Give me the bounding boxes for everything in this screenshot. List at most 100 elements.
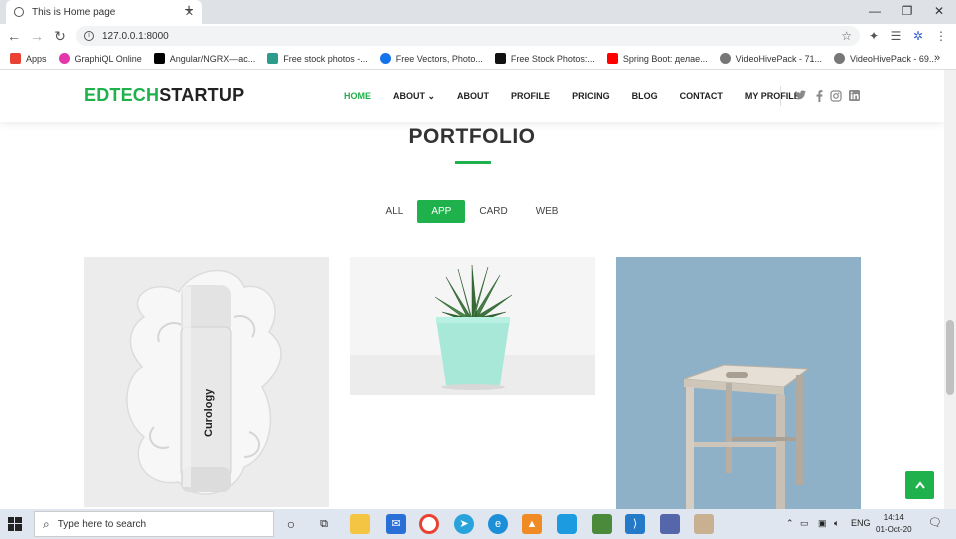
nav-blog[interactable]: BLOG (632, 91, 658, 102)
chrome-icon[interactable] (419, 514, 439, 534)
url-text: 127.0.0.1:8000 (102, 30, 169, 42)
bookmark-item[interactable]: Spring Boot: делае... (606, 53, 708, 64)
bookmark-item[interactable]: VideoHivePack - 71... (719, 53, 822, 64)
stool-image (616, 257, 861, 509)
restore-button[interactable]: ❐ (892, 0, 922, 24)
cortana-icon[interactable]: ○ (281, 514, 301, 534)
section-title: PORTFOLIO (408, 125, 536, 148)
filter-all[interactable]: ALL (372, 200, 418, 223)
bookmark-item[interactable]: Angular/NGRX—ac... (153, 53, 255, 64)
paint-icon[interactable] (694, 514, 714, 534)
task-view-icon[interactable]: ⧉ (314, 514, 334, 534)
site-info-icon[interactable]: i (84, 31, 94, 41)
site-logo[interactable]: EDTECHSTARTUP (84, 85, 244, 106)
twitter-icon[interactable] (794, 90, 806, 102)
minimize-button[interactable]: — (860, 0, 890, 24)
media-control-icon[interactable]: ☰ (888, 28, 904, 44)
browser-tabstrip: This is Home page ✕ + — ❐ ✕ (0, 0, 956, 24)
page-scrollbar[interactable] (944, 70, 956, 509)
vscode-icon[interactable]: ⟩ (625, 514, 645, 534)
menu-kebab-icon[interactable]: ⋮ (933, 28, 949, 44)
address-bar[interactable]: i 127.0.0.1:8000 ☆ (76, 26, 860, 46)
bookmarks-bar: Apps GraphiQL Online Angular/NGRX—ac... … (0, 48, 956, 70)
edge-icon[interactable]: e (488, 514, 508, 534)
clock-date: 01-Oct-20 (876, 525, 912, 534)
succulent-image (350, 257, 595, 395)
nav-contact[interactable]: CONTACT (680, 91, 723, 102)
medium-icon (153, 53, 165, 64)
videohive-icon (719, 53, 731, 64)
burst-icon (494, 53, 506, 64)
search-icon: ⌕ (43, 516, 50, 531)
scrollbar-thumb[interactable] (946, 320, 954, 395)
web-page: EDTECHSTARTUP HOME ABOUT ⌄ ABOUT PROFILE… (0, 70, 944, 509)
profile-avatar-icon[interactable]: ✲ (910, 28, 926, 44)
close-window-button[interactable]: ✕ (924, 0, 954, 24)
title-underline (455, 161, 491, 164)
nav-pricing[interactable]: PRICING (572, 91, 610, 102)
bookmark-star-icon[interactable]: ☆ (841, 29, 852, 43)
tab-title: This is Home page (32, 6, 116, 18)
taskbar-search-box[interactable]: ⌕ Type here to search (34, 511, 274, 537)
more-bookmarks-icon[interactable]: » (934, 52, 940, 64)
language-indicator[interactable]: ENG (851, 518, 871, 528)
videohive-icon (834, 53, 846, 64)
extensions-icon[interactable]: ✦ (866, 28, 882, 44)
bookmark-item[interactable]: VideoHivePack - 69... (834, 53, 936, 64)
linkedin-icon[interactable] (848, 90, 860, 102)
youtube-icon (606, 53, 618, 64)
new-tab-button[interactable]: + (182, 2, 196, 20)
system-clock[interactable]: 14:14 01-Oct-20 (876, 512, 912, 536)
reload-button[interactable]: ↻ (52, 27, 68, 45)
apps-grid-icon (10, 53, 21, 64)
clock-time: 14:14 (883, 513, 904, 522)
portfolio-item-stool[interactable] (616, 257, 861, 509)
chevron-up-icon (914, 481, 925, 489)
search-placeholder: Type here to search (57, 518, 147, 530)
windows-start-icon[interactable] (8, 517, 22, 531)
bookmark-item[interactable]: Free Stock Photos:... (494, 53, 595, 64)
portfolio-item-cream-bottle[interactable]: Curology (84, 257, 329, 507)
nav-profile[interactable]: PROFILE (511, 91, 550, 102)
app-icon[interactable] (660, 514, 680, 534)
back-to-top-button[interactable] (905, 471, 934, 499)
bookmark-item[interactable]: Free Vectors, Photo... (379, 53, 483, 64)
filter-card[interactable]: CARD (465, 200, 521, 223)
file-explorer-icon[interactable] (350, 514, 370, 534)
app-icon[interactable] (557, 514, 577, 534)
graphql-icon (58, 53, 70, 64)
mail-icon[interactable]: ✉ (386, 514, 406, 534)
forward-button[interactable]: → (29, 27, 45, 45)
app-icon[interactable] (592, 514, 612, 534)
tray-chevron-icon[interactable]: ⌃ (786, 518, 794, 529)
main-nav: HOME ABOUT ⌄ ABOUT PROFILE PRICING BLOG … (344, 91, 822, 102)
vlc-icon[interactable]: ▲ (522, 514, 542, 534)
filter-web[interactable]: WEB (522, 200, 573, 223)
bookmark-item[interactable]: Free stock photos -... (267, 53, 368, 64)
instagram-icon[interactable] (830, 90, 842, 102)
tab-home[interactable]: This is Home page ✕ (6, 0, 202, 24)
pexels-icon (267, 53, 279, 64)
nav-about-dropdown[interactable]: ABOUT ⌄ (393, 91, 435, 102)
network-icon[interactable]: ▣ (818, 518, 827, 529)
nav-home[interactable]: HOME (344, 91, 371, 102)
volume-icon[interactable]: 🔈︎ (834, 518, 839, 529)
filter-app[interactable]: APP (417, 200, 466, 223)
cream-bottle-image: Curology (84, 257, 329, 507)
nav-about[interactable]: ABOUT (457, 91, 489, 102)
battery-icon[interactable]: ▭ (800, 518, 809, 529)
portfolio-item-succulent[interactable] (350, 257, 595, 395)
site-header: EDTECHSTARTUP HOME ABOUT ⌄ ABOUT PROFILE… (0, 70, 944, 122)
notifications-icon[interactable]: 🗨︎ (928, 516, 942, 529)
back-button[interactable]: ← (6, 27, 22, 45)
nav-divider (780, 86, 781, 106)
telegram-icon[interactable]: ➤ (454, 514, 474, 534)
nav-my-profile[interactable]: MY PROFILE (745, 91, 800, 102)
globe-icon (14, 7, 24, 17)
portfolio-filters: ALL APP CARD WEB (0, 200, 944, 223)
bookmark-item[interactable]: Apps (10, 53, 47, 64)
facebook-icon[interactable] (813, 90, 825, 102)
freepik-icon (379, 53, 391, 64)
bookmark-item[interactable]: GraphiQL Online (58, 53, 142, 64)
product-label: Curology (203, 388, 215, 437)
